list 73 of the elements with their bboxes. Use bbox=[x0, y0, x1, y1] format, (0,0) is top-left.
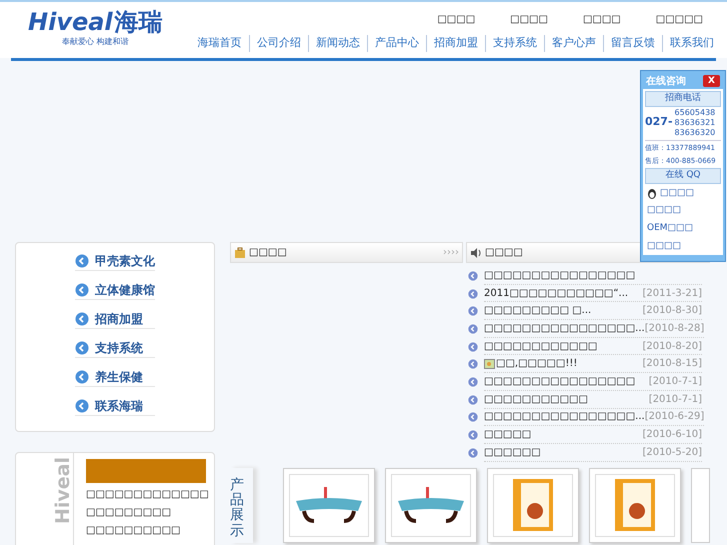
link-text[interactable]: □□□□□□□□□□ bbox=[86, 524, 209, 537]
news-link[interactable]: □□□□□ bbox=[484, 427, 532, 442]
top-link[interactable]: □□□□□ bbox=[656, 12, 703, 35]
speaker-icon bbox=[470, 246, 482, 258]
nav-link[interactable]: 公司介绍 bbox=[249, 35, 308, 52]
logo-text: Hiveal bbox=[28, 10, 113, 34]
nav-link[interactable]: 招商加盟 bbox=[426, 35, 485, 52]
massage-bed-drawing bbox=[294, 487, 364, 524]
product-card[interactable] bbox=[384, 468, 477, 543]
news-date: [2011-3-21] bbox=[642, 286, 702, 301]
nav-link[interactable]: 支持系统 bbox=[485, 35, 544, 52]
top-link[interactable]: □□□□ bbox=[582, 12, 621, 35]
product-card[interactable] bbox=[486, 468, 579, 543]
side-menu-item[interactable]: 养生保健 bbox=[75, 367, 155, 387]
qq-contact-link[interactable]: OEM□□□ bbox=[647, 222, 694, 236]
news-link[interactable]: □□□□□□□□□ □... bbox=[484, 303, 592, 318]
news-date: [2010-8-15] bbox=[642, 357, 702, 372]
close-button[interactable]: X bbox=[703, 75, 720, 87]
news-link[interactable]: □□□□□□□□□□□□□□□□... bbox=[484, 409, 645, 424]
nav-link[interactable]: 联系我们 bbox=[662, 35, 721, 52]
qq-contact-link[interactable]: □□□□ bbox=[647, 204, 682, 218]
side-menu-item[interactable]: 招商加盟 bbox=[75, 309, 155, 329]
phone-number: 83636320 bbox=[674, 128, 716, 138]
phone-number: 65605438 bbox=[674, 108, 716, 118]
nav-link[interactable]: 新闻动态 bbox=[308, 35, 367, 52]
logo-tagline: 奉献爱心 构建和谐 bbox=[62, 36, 130, 48]
news-date: [2010-8-28] bbox=[644, 322, 704, 336]
side-menu-item[interactable]: 甲壳素文化 bbox=[75, 251, 155, 271]
news-date: [2010-7-1] bbox=[648, 392, 702, 407]
area-code: 027- bbox=[645, 114, 673, 130]
logo-chinese: 海瑞 bbox=[114, 10, 163, 34]
news-link[interactable]: □□□□□□□□□□□□□□□□ bbox=[484, 268, 636, 283]
link-text[interactable]: □□□□□□□□□ bbox=[86, 506, 209, 519]
qq-label: 在线 QQ bbox=[645, 168, 721, 184]
massage-bed-drawing bbox=[396, 487, 466, 524]
link-text[interactable]: □□□□□□□□□□□□□ bbox=[86, 488, 209, 501]
nav-link[interactable]: 海瑞首页 bbox=[190, 35, 249, 52]
side-menu-item[interactable]: 立体健康馆 bbox=[75, 280, 155, 300]
phone-number: 83636321 bbox=[674, 118, 716, 128]
vertical-logo-text: Hiveal bbox=[54, 457, 73, 524]
side-menu-item[interactable]: 联系海瑞 bbox=[75, 396, 155, 416]
news-link[interactable]: 2011□□□□□□□□□□□“... bbox=[484, 286, 628, 301]
news-link[interactable]: □□□□□□□□□□□□□□□□ bbox=[484, 374, 636, 389]
top-link[interactable]: □□□□ bbox=[510, 12, 548, 35]
news-date: [2010-8-20] bbox=[642, 340, 702, 354]
product-card[interactable] bbox=[282, 468, 375, 543]
product-box-drawing bbox=[612, 477, 657, 534]
qq-contact-link[interactable]: □□□□ bbox=[660, 186, 694, 200]
news-date: [2010-6-10] bbox=[642, 428, 702, 442]
product-card[interactable] bbox=[588, 468, 681, 543]
news-link[interactable]: □□□□□□□□□□□□□□□□... bbox=[484, 320, 645, 336]
penguin-icon bbox=[647, 188, 657, 199]
side-menu-item[interactable]: 支持系统 bbox=[75, 338, 155, 358]
news-link[interactable]: □□□□□□ bbox=[484, 444, 541, 460]
nav-link[interactable]: 客户心声 bbox=[544, 35, 603, 52]
panel-title: □□□□ bbox=[485, 246, 523, 260]
qq-contact-link[interactable]: □□□□ bbox=[647, 240, 682, 254]
briefcase-icon bbox=[234, 246, 246, 258]
hotline-label: 招商电话 bbox=[645, 91, 721, 106]
nav-link[interactable]: 留言反馈 bbox=[603, 35, 662, 52]
nav-link[interactable]: 产品中心 bbox=[367, 35, 426, 52]
news-date: [2010-5-20] bbox=[642, 446, 702, 460]
top-link[interactable]: □□□□ bbox=[437, 12, 476, 35]
news-date: [2010-8-30] bbox=[642, 304, 702, 318]
chat-title: 在线咨询 bbox=[646, 74, 686, 88]
news-link[interactable]: □□,□□□□□!!! bbox=[496, 356, 578, 372]
news-link[interactable]: □□□□□□□□□□□ bbox=[484, 392, 588, 407]
product-box-drawing bbox=[510, 477, 555, 534]
news-link[interactable]: □□□□□□□□□□□□ bbox=[484, 338, 598, 354]
news-date: [2010-6-29] bbox=[644, 410, 704, 424]
news-date: [2010-7-1] bbox=[648, 374, 702, 389]
panel-title: □□□□ bbox=[249, 246, 287, 260]
products-heading: 产品展示 bbox=[230, 468, 253, 543]
